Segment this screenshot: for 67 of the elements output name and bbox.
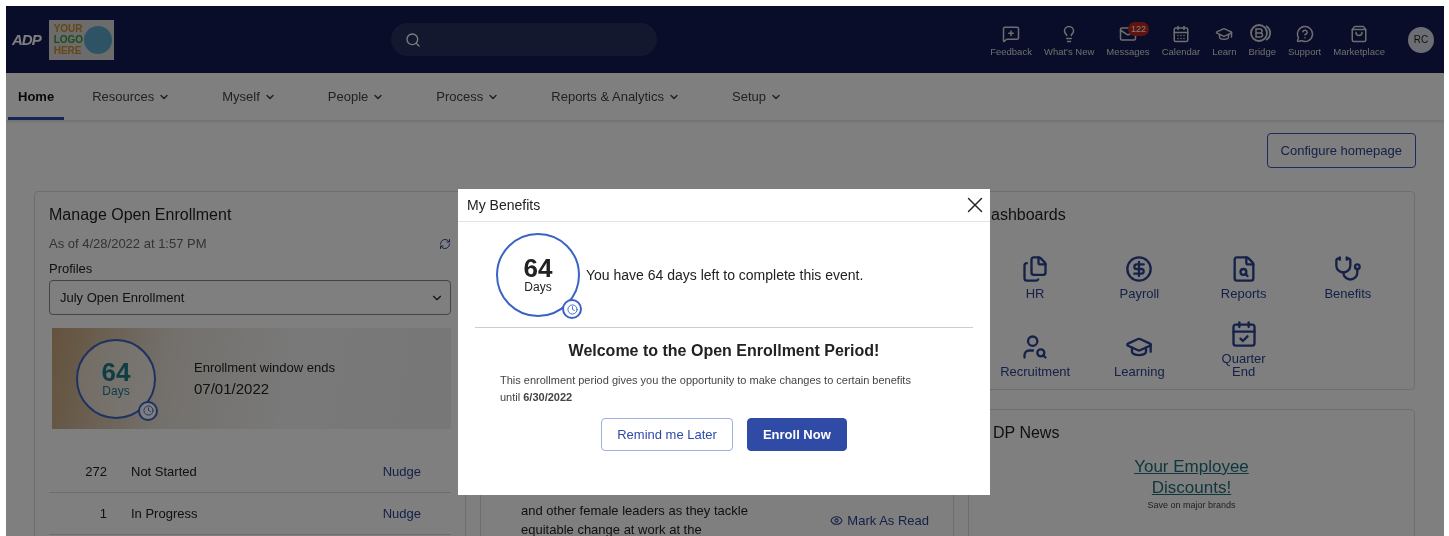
- toolbar-button[interactable]: 122 Messages: [1101, 24, 1155, 57]
- profile-select[interactable]: July Open Enrollment: [49, 280, 451, 315]
- dashboard-tile[interactable]: Learning: [1087, 319, 1192, 379]
- as-of-date: As of 4/28/2022 at 1:57 PM: [49, 236, 207, 251]
- field-label: Profiles: [49, 261, 94, 276]
- search-field[interactable]: [390, 23, 657, 56]
- nav-tab[interactable]: Myself: [212, 73, 286, 120]
- person-search-icon: [1021, 333, 1050, 361]
- toolbar-button[interactable]: What's New: [1038, 24, 1100, 57]
- brand-logo: ADP: [12, 31, 41, 48]
- dashboard-tile[interactable]: Payroll: [1087, 254, 1192, 301]
- search-icon: [404, 31, 421, 48]
- toolbar-button[interactable]: Marketplace: [1328, 24, 1390, 57]
- nav-tab[interactable]: Setup: [722, 73, 792, 120]
- dialog-heading: Welcome to the Open Enrollment Period!: [567, 342, 881, 360]
- calendar-icon: [1171, 24, 1190, 43]
- calendar-check-icon: [1229, 320, 1258, 348]
- nudge-link[interactable]: Nudge: [382, 464, 421, 479]
- remind-later-button[interactable]: Remind me Later: [601, 418, 733, 451]
- eye-icon: [830, 513, 844, 527]
- nav-tab[interactable]: Process: [426, 73, 510, 120]
- dashboard-tile[interactable]: HR: [983, 254, 1088, 301]
- window-date: 07/01/2022: [194, 380, 271, 397]
- dialog-body-text: This enrollment period gives you the opportunity to make changes to certain benefits until 6/30/2022: [499, 373, 912, 405]
- help-bubble-icon: [1295, 24, 1314, 43]
- card-title: ashboards: [990, 206, 1067, 224]
- days-badge: 64 Days: [496, 233, 580, 317]
- mark-as-read-link[interactable]: Mark As Read: [830, 512, 929, 528]
- feedback-icon: [1002, 24, 1021, 43]
- status-text: Not Started: [131, 464, 198, 479]
- news-text: and other female leaders as they tackle equitable change at work at the: [521, 502, 749, 536]
- toolbar-button[interactable]: Feedback: [985, 24, 1037, 57]
- window-label: Enrollment window ends: [194, 360, 335, 375]
- configure-homepage-button[interactable]: Configure homepage: [1266, 133, 1416, 168]
- count-badge: 122: [1127, 21, 1149, 36]
- count-text: 272: [84, 464, 108, 479]
- refresh-icon[interactable]: [439, 237, 451, 250]
- status-text: In Progress: [131, 506, 199, 521]
- enroll-button[interactable]: Enroll Now: [746, 418, 847, 451]
- company-logo: YOUR LOGO HERE: [48, 19, 114, 60]
- nav-tab[interactable]: People: [317, 73, 395, 120]
- toolbar-button[interactable]: Bridge: [1243, 22, 1281, 57]
- clock-icon: [142, 405, 154, 416]
- dashboard-tile[interactable]: Reports: [1191, 254, 1296, 301]
- documents-icon: [1021, 255, 1050, 283]
- toolbar-button[interactable]: Learn: [1207, 24, 1242, 57]
- dialog-title: My Benefits: [467, 197, 541, 213]
- dashboard-tile[interactable]: Benefits: [1295, 254, 1400, 301]
- dashboard-tile[interactable]: Recruitment: [983, 319, 1088, 379]
- discounts-link[interactable]: Your Employee Discounts!: [1126, 456, 1257, 498]
- nav-tab[interactable]: Reports & Analytics: [541, 73, 690, 120]
- promo-subtitle: Save on major brands: [1146, 500, 1237, 510]
- dollar-icon: [1125, 255, 1154, 283]
- user-avatar[interactable]: RC: [1408, 26, 1434, 53]
- dashboard-tile[interactable]: Quarter End: [1191, 319, 1296, 379]
- nav-tab[interactable]: Resources: [82, 73, 181, 120]
- toolbar-button[interactable]: Support: [1282, 24, 1327, 57]
- toolbar-button[interactable]: Calendar: [1156, 24, 1206, 57]
- clock-icon: [566, 303, 578, 315]
- card-title: DP News: [992, 424, 1061, 442]
- count-text: 1: [98, 506, 108, 521]
- days-message: You have 64 days left to complete this event.: [586, 267, 864, 283]
- nudge-link[interactable]: Nudge: [382, 506, 421, 521]
- shopping-bag-icon: [1350, 24, 1369, 43]
- nav-tab[interactable]: Home: [8, 73, 65, 120]
- card-title: Manage Open Enrollment: [49, 206, 233, 224]
- medical-icon: [1333, 255, 1362, 283]
